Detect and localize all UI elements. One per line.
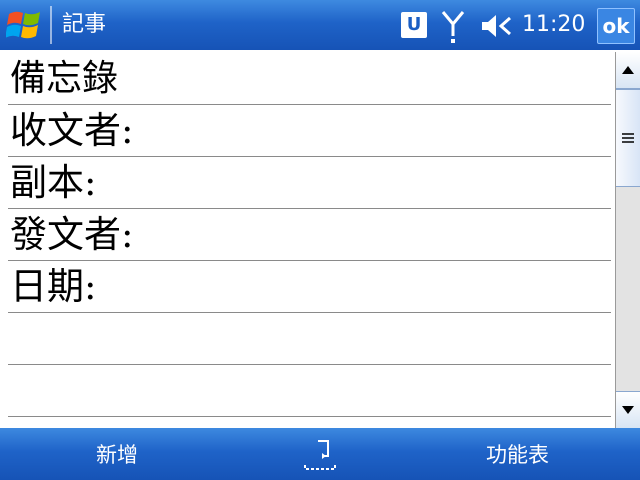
volume-icon[interactable] <box>480 12 516 40</box>
note-line[interactable] <box>8 364 611 417</box>
scroll-down-icon <box>622 406 634 414</box>
title-separator <box>50 6 52 44</box>
antenna-icon[interactable] <box>440 8 466 46</box>
note-line[interactable] <box>8 312 611 365</box>
ok-button[interactable]: ok <box>597 8 635 44</box>
scroll-up-button[interactable] <box>616 52 640 89</box>
scroll-thumb[interactable] <box>616 89 640 187</box>
scroll-grip-icon <box>622 133 634 143</box>
scroll-up-icon <box>622 66 634 74</box>
windows-start-icon <box>6 11 40 39</box>
note-editor[interactable]: 備忘錄 收文者: 副本: 發文者: 日期: <box>0 52 614 428</box>
keyboard-sip-icon[interactable] <box>300 438 340 472</box>
softkey-new[interactable]: 新增 <box>96 442 138 468</box>
note-line[interactable]: 日期: <box>8 260 611 313</box>
note-line[interactable]: 副本: <box>8 156 611 209</box>
softkey-bar: 新增 功能表 <box>0 428 640 480</box>
vertical-scrollbar[interactable] <box>615 52 640 428</box>
note-line-text: 發文者: <box>10 213 134 256</box>
note-line-text: 副本: <box>10 161 97 204</box>
note-line[interactable]: 備忘錄 <box>8 52 611 105</box>
note-line-text: 備忘錄 <box>10 58 119 99</box>
start-button[interactable] <box>0 0 50 50</box>
scroll-down-button[interactable] <box>616 391 640 428</box>
u-badge-icon[interactable]: U <box>401 12 427 38</box>
app-title: 記事 <box>62 12 107 37</box>
title-bar: 記事 U 11:20 ok <box>0 0 640 50</box>
note-line[interactable]: 發文者: <box>8 208 611 261</box>
note-line[interactable]: 收文者: <box>8 104 611 157</box>
note-line-text: 日期: <box>10 265 97 308</box>
note-line-text: 收文者: <box>10 109 134 152</box>
softkey-menu[interactable]: 功能表 <box>486 442 549 468</box>
